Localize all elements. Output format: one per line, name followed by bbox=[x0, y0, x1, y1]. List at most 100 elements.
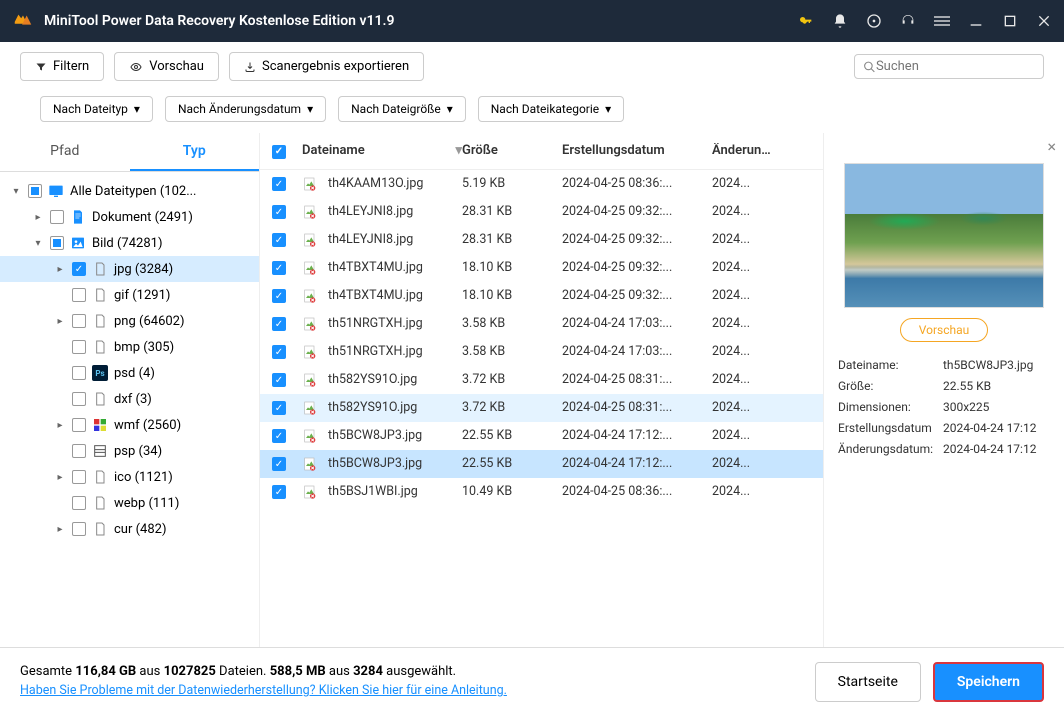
select-all-checkbox[interactable]: ✓ bbox=[272, 145, 286, 159]
row-checkbox[interactable]: ✓ bbox=[272, 233, 286, 247]
tree-checkbox[interactable] bbox=[50, 210, 64, 224]
row-checkbox[interactable]: ✓ bbox=[272, 317, 286, 331]
tree-node[interactable]: ▸cur (482) bbox=[0, 516, 259, 542]
headset-icon[interactable] bbox=[900, 13, 916, 29]
tree-checkbox[interactable] bbox=[72, 366, 86, 380]
close-icon[interactable] bbox=[1036, 13, 1052, 29]
tree-checkbox[interactable] bbox=[72, 418, 86, 432]
preview-thumbnail[interactable] bbox=[844, 163, 1044, 308]
col-modified[interactable]: Änderungs bbox=[712, 143, 772, 159]
minimize-icon[interactable] bbox=[968, 13, 984, 29]
table-row[interactable]: ✓th51NRGTXH.jpg3.58 KB2024-04-24 17:03:.… bbox=[260, 338, 823, 366]
table-row[interactable]: ✓th582YS91O.jpg3.72 KB2024-04-25 08:31:.… bbox=[260, 394, 823, 422]
row-checkbox[interactable]: ✓ bbox=[272, 485, 286, 499]
preview-button[interactable]: Vorschau bbox=[114, 52, 219, 81]
tree-node[interactable]: ▸✓jpg (3284) bbox=[0, 256, 259, 282]
menu-icon[interactable] bbox=[934, 13, 950, 29]
table-row[interactable]: ✓th5BCW8JP3.jpg22.55 KB2024-04-24 17:12:… bbox=[260, 450, 823, 478]
tree-node[interactable]: dxf (3) bbox=[0, 386, 259, 412]
file-modified: 2024... bbox=[712, 176, 772, 191]
search-input[interactable] bbox=[876, 59, 1035, 74]
tree-node[interactable]: ▸ico (1121) bbox=[0, 464, 259, 490]
maximize-icon[interactable] bbox=[1002, 13, 1018, 29]
tree-node[interactable]: bmp (305) bbox=[0, 334, 259, 360]
tree-checkbox[interactable] bbox=[28, 184, 42, 198]
save-button[interactable]: Speichern bbox=[933, 662, 1044, 702]
tab-path[interactable]: Pfad bbox=[0, 133, 130, 171]
expand-icon[interactable]: ▸ bbox=[54, 264, 66, 275]
tree-node[interactable]: ▸wmf (2560) bbox=[0, 412, 259, 438]
tree-checkbox[interactable] bbox=[72, 470, 86, 484]
tree-node[interactable]: webp (111) bbox=[0, 490, 259, 516]
tree-checkbox[interactable]: ✓ bbox=[72, 262, 86, 276]
close-preview-icon[interactable]: × bbox=[1047, 137, 1056, 156]
table-row[interactable]: ✓th51NRGTXH.jpg3.58 KB2024-04-24 17:03:.… bbox=[260, 310, 823, 338]
row-checkbox[interactable]: ✓ bbox=[272, 429, 286, 443]
tree-checkbox[interactable] bbox=[72, 392, 86, 406]
table-row[interactable]: ✓th5BCW8JP3.jpg22.55 KB2024-04-24 17:12:… bbox=[260, 422, 823, 450]
row-checkbox[interactable]: ✓ bbox=[272, 457, 286, 471]
row-checkbox[interactable]: ✓ bbox=[272, 401, 286, 415]
dd-filecat[interactable]: Nach Dateikategorie▾ bbox=[478, 96, 624, 122]
tree-checkbox[interactable] bbox=[72, 522, 86, 536]
tree-checkbox[interactable] bbox=[72, 340, 86, 354]
tree-checkbox[interactable] bbox=[72, 496, 86, 510]
tab-type[interactable]: Typ bbox=[130, 133, 260, 171]
tree-label: png (64602) bbox=[114, 314, 185, 329]
col-created[interactable]: Erstellungsdatum bbox=[562, 143, 712, 159]
expand-icon[interactable]: ▾ bbox=[10, 186, 22, 197]
tree-node[interactable]: ▾Alle Dateitypen (102... bbox=[0, 178, 259, 204]
table-row[interactable]: ✓th4KAAM13O.jpg5.19 KB2024-04-25 08:36:.… bbox=[260, 170, 823, 198]
tree-checkbox[interactable] bbox=[72, 444, 86, 458]
tree-node[interactable]: ▸Dokument (2491) bbox=[0, 204, 259, 230]
row-checkbox[interactable]: ✓ bbox=[272, 373, 286, 387]
filter-button[interactable]: Filtern bbox=[20, 52, 104, 81]
home-button[interactable]: Startseite bbox=[815, 662, 921, 702]
type-icon bbox=[92, 339, 108, 355]
row-checkbox[interactable]: ✓ bbox=[272, 261, 286, 275]
tree-node[interactable]: Pspsd (4) bbox=[0, 360, 259, 386]
key-icon[interactable] bbox=[798, 13, 814, 29]
file-icon bbox=[302, 484, 318, 500]
search-box[interactable] bbox=[854, 54, 1044, 79]
expand-icon[interactable]: ▸ bbox=[54, 316, 66, 327]
dd-filesize[interactable]: Nach Dateigröße▾ bbox=[338, 96, 466, 122]
row-checkbox[interactable]: ✓ bbox=[272, 345, 286, 359]
dd-moddate[interactable]: Nach Änderungsdatum▾ bbox=[165, 96, 326, 122]
expand-icon[interactable]: ▸ bbox=[54, 524, 66, 535]
expand-icon[interactable]: ▾ bbox=[32, 238, 44, 249]
table-row[interactable]: ✓th5BSJ1WBI.jpg10.49 KB2024-04-25 08:36:… bbox=[260, 478, 823, 506]
col-name[interactable]: Dateiname▾ bbox=[302, 143, 462, 159]
tree-node[interactable]: ▾Bild (74281) bbox=[0, 230, 259, 256]
table-row[interactable]: ✓th4TBXT4MU.jpg18.10 KB2024-04-25 09:32:… bbox=[260, 254, 823, 282]
expand-icon[interactable]: ▸ bbox=[54, 420, 66, 431]
table-row[interactable]: ✓th4LEYJNI8.jpg28.31 KB2024-04-25 09:32:… bbox=[260, 198, 823, 226]
meta-key: Dateiname: bbox=[838, 358, 943, 372]
tree-node[interactable]: ▸ png (64602) bbox=[0, 308, 259, 334]
table-row[interactable]: ✓th4TBXT4MU.jpg18.10 KB2024-04-25 09:32:… bbox=[260, 282, 823, 310]
toolbar: Filtern Vorschau Scanergebnis exportiere… bbox=[0, 42, 1064, 92]
expand-icon[interactable]: ▸ bbox=[32, 212, 44, 223]
tree-node[interactable]: gif (1291) bbox=[0, 282, 259, 308]
help-link[interactable]: Haben Sie Probleme mit der Datenwiederhe… bbox=[20, 683, 507, 698]
table-row[interactable]: ✓th582YS91O.jpg3.72 KB2024-04-25 08:31:.… bbox=[260, 366, 823, 394]
file-modified: 2024... bbox=[712, 260, 772, 275]
tree-node[interactable]: psp (34) bbox=[0, 438, 259, 464]
row-checkbox[interactable]: ✓ bbox=[272, 177, 286, 191]
bell-icon[interactable] bbox=[832, 13, 848, 29]
file-created: 2024-04-25 08:36:... bbox=[562, 176, 712, 191]
export-button[interactable]: Scanergebnis exportieren bbox=[229, 52, 424, 81]
row-checkbox[interactable]: ✓ bbox=[272, 289, 286, 303]
table-row[interactable]: ✓th4LEYJNI8.jpg28.31 KB2024-04-25 09:32:… bbox=[260, 226, 823, 254]
file-created: 2024-04-25 09:32:... bbox=[562, 232, 712, 247]
preview-open-button[interactable]: Vorschau bbox=[900, 318, 989, 342]
disc-icon[interactable] bbox=[866, 13, 882, 29]
dd-filetype[interactable]: Nach Dateityp▾ bbox=[40, 96, 153, 122]
tree-checkbox[interactable] bbox=[72, 288, 86, 302]
row-checkbox[interactable]: ✓ bbox=[272, 205, 286, 219]
col-size[interactable]: Größe bbox=[462, 143, 562, 159]
expand-icon[interactable]: ▸ bbox=[54, 472, 66, 483]
file-modified: 2024... bbox=[712, 484, 772, 499]
tree-checkbox[interactable] bbox=[50, 236, 64, 250]
tree-checkbox[interactable] bbox=[72, 314, 86, 328]
